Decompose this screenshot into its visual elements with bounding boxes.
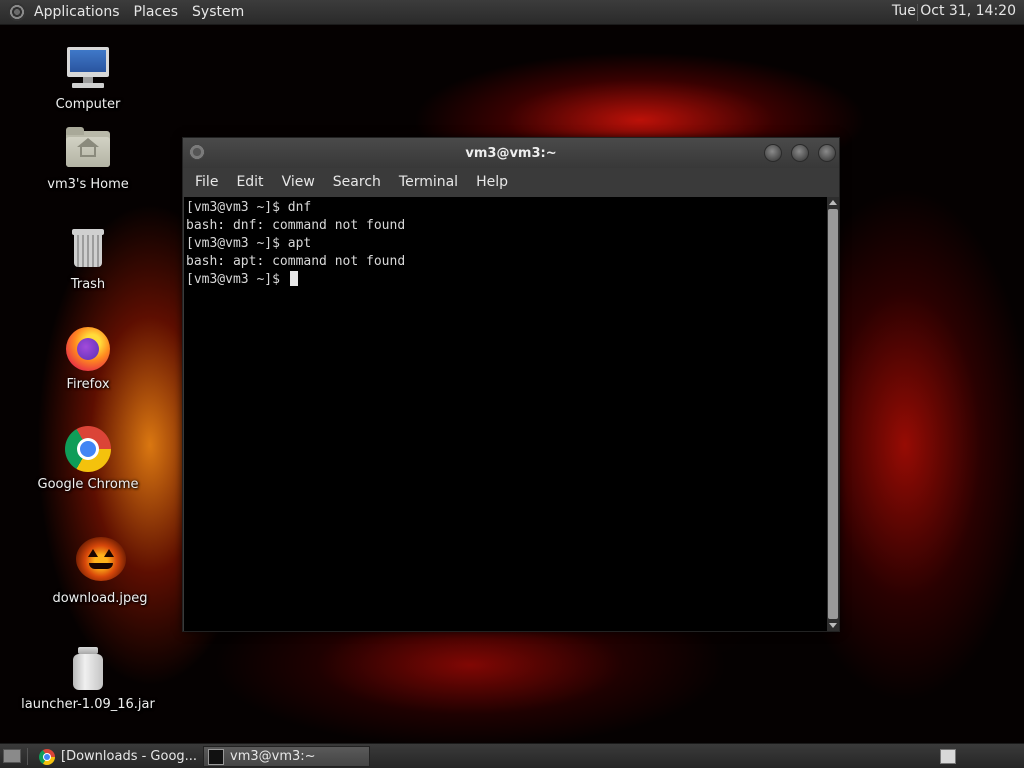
top-panel: Applications Places System Tue Oct 31, 1… [0,0,1024,25]
trash-icon [64,225,112,273]
taskbar-item-chrome[interactable]: [Downloads - Goog... [35,746,200,767]
terminal-output[interactable]: [vm3@vm3 ~]$ dnf bash: dnf: command not … [184,197,827,631]
desktop-icon-download-jpeg[interactable]: download.jpeg [20,533,180,606]
chrome-icon [39,748,55,765]
taskbar-item-label: [Downloads - Goog... [61,749,198,764]
desktop-icon-trash[interactable]: Trash [8,225,168,292]
bottom-panel: [Downloads - Goog... vm3@vm3:~ [0,743,1024,768]
desktop-icon-computer[interactable]: Computer [8,45,168,112]
terminal-menubar: File Edit View Search Terminal Help [183,168,839,196]
window-title: vm3@vm3:~ [465,145,557,161]
workspace-switcher[interactable] [940,749,956,764]
system-menu[interactable]: System [192,4,244,20]
applications-menu[interactable]: Applications [34,4,120,20]
terminal-line: [vm3@vm3 ~]$ apt [186,236,312,251]
firefox-icon [64,325,112,373]
jar-file-icon [64,645,112,693]
scroll-thumb[interactable] [828,209,838,619]
desktop-icon-label: launcher-1.09_16.jar [21,697,155,712]
menu-view[interactable]: View [274,174,323,190]
desktop-icon-label: Firefox [66,377,110,392]
image-file-icon [76,533,126,581]
menu-file[interactable]: File [187,174,226,190]
clock[interactable]: Tue Oct 31, 14:20 [888,3,1020,19]
menu-edit[interactable]: Edit [228,174,271,190]
desktop-icon-label: vm3's Home [47,177,129,192]
desktop-icon-label: Trash [70,277,106,292]
window-titlebar[interactable]: vm3@vm3:~ [183,138,839,168]
window-menu-icon[interactable] [189,144,205,160]
terminal-scrollbar[interactable] [827,197,839,631]
minimize-button[interactable] [764,144,782,162]
show-desktop-icon[interactable] [3,749,21,763]
desktop-icon-chrome[interactable]: Google Chrome [8,425,168,492]
places-menu[interactable]: Places [134,4,179,20]
panel-separator [27,748,28,765]
menu-search[interactable]: Search [325,174,389,190]
menu-help[interactable]: Help [468,174,516,190]
menu-terminal[interactable]: Terminal [391,174,466,190]
terminal-line: bash: dnf: command not found [186,218,406,233]
desktop-icon-launcher-jar[interactable]: launcher-1.09_16.jar [8,645,168,712]
terminal-prompt-line[interactable]: [vm3@vm3 ~]$ [186,271,825,289]
terminal-line: bash: apt: command not found [186,254,406,269]
taskbar-item-terminal[interactable]: vm3@vm3:~ [203,746,370,767]
menu-logo-icon[interactable] [8,3,26,21]
text-cursor [289,271,298,286]
desktop-icon-label: download.jpeg [52,591,148,606]
terminal-window[interactable]: vm3@vm3:~ File Edit View Search Terminal… [182,137,840,632]
taskbar-item-label: vm3@vm3:~ [230,749,316,764]
maximize-button[interactable] [791,144,809,162]
desktop-icon-label: Google Chrome [37,477,139,492]
scroll-down-arrow-icon[interactable] [829,623,837,628]
scroll-up-arrow-icon[interactable] [829,200,837,205]
close-button[interactable] [818,144,836,162]
terminal-prompt: [vm3@vm3 ~]$ [186,272,288,287]
home-folder-icon [64,125,112,173]
desktop-icon-home[interactable]: vm3's Home [8,125,168,192]
terminal-icon [208,748,224,765]
computer-icon [64,45,112,93]
desktop-icon-firefox[interactable]: Firefox [8,325,168,392]
terminal-line: [vm3@vm3 ~]$ dnf [186,200,312,215]
desktop-icon-label: Computer [55,97,121,112]
chrome-icon [64,425,112,473]
